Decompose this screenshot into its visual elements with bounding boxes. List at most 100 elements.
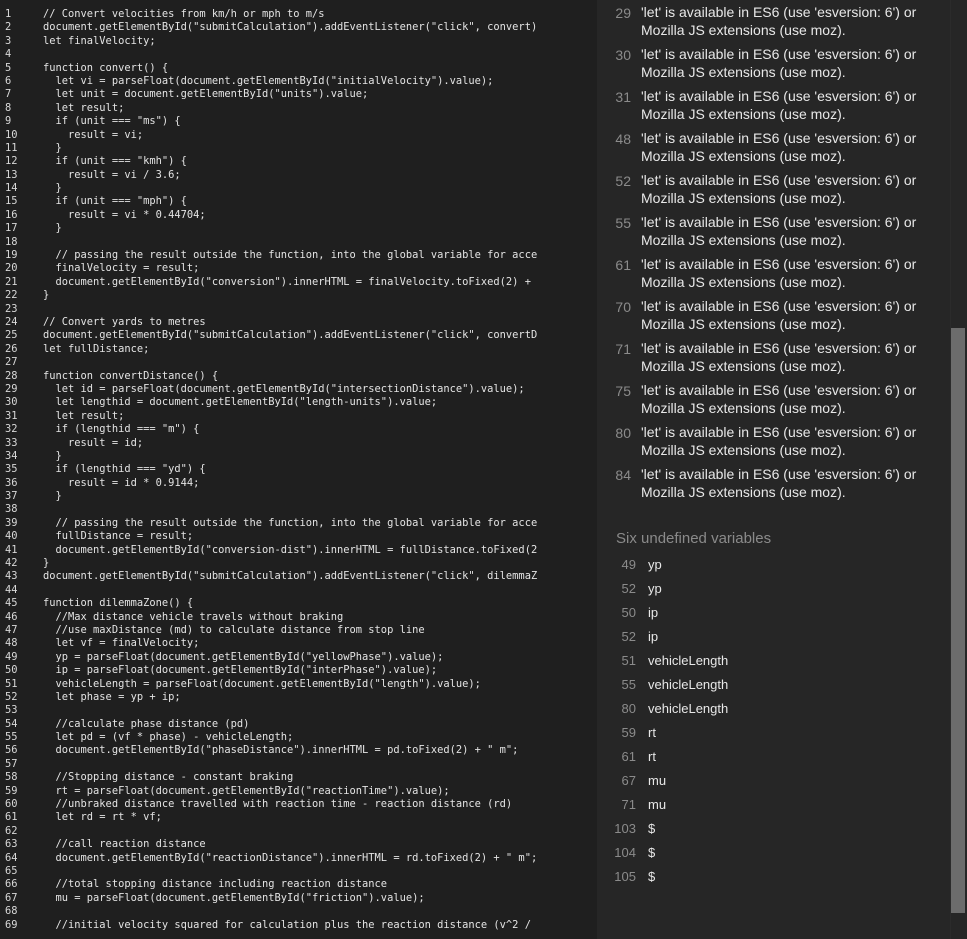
warning-item[interactable]: 52 'let' is available in ES6 (use 'esvers… [597, 168, 950, 210]
undefined-variable-item[interactable]: 104 $ [597, 841, 950, 865]
warning-item[interactable]: 71 'let' is available in ES6 (use 'esvers… [597, 336, 950, 378]
code-text: mu = parseFloat(document.getElementById(… [43, 891, 425, 904]
code-line: 46 //Max distance vehicle travels withou… [0, 611, 597, 624]
warning-message: 'let' is available in ES6 (use 'esversio… [641, 214, 917, 248]
line-number: 24 [5, 315, 18, 328]
undefined-variable-item[interactable]: 80 vehicleLength [597, 697, 950, 721]
line-number: 53 [5, 704, 18, 717]
warning-item[interactable]: 55 'let' is available in ES6 (use 'esvers… [597, 210, 950, 252]
code-text: ip = parseFloat(document.getElementById(… [43, 664, 438, 677]
code-text: let unit = document.getElementById("unit… [43, 88, 369, 101]
line-number: 56 [5, 744, 18, 757]
line-number: 35 [5, 463, 18, 476]
line-number: 6 [5, 74, 12, 87]
vertical-scrollbar[interactable] [950, 0, 967, 939]
scrollbar-thumb[interactable] [951, 328, 965, 913]
undefined-variable-item[interactable]: 103 $ [597, 817, 950, 841]
undefined-variable-item[interactable]: 50 ip [597, 601, 950, 625]
line-number: 18 [5, 235, 18, 248]
undefined-variable-item[interactable]: 61 rt [597, 745, 950, 769]
undefined-variable-item[interactable]: 67 mu [597, 769, 950, 793]
undefined-variable-item[interactable]: 71 mu [597, 793, 950, 817]
warning-item[interactable]: 48 'let' is available in ES6 (use 'esvers… [597, 126, 950, 168]
code-text: function dilemmaZone() { [43, 597, 194, 610]
line-number: 55 [5, 731, 18, 744]
code-text: document.getElementById("submitCalculati… [43, 570, 538, 583]
warning-item[interactable]: 61 'let' is available in ES6 (use 'esvers… [597, 252, 950, 294]
code-text: let result; [43, 101, 125, 114]
warning-item[interactable]: 84 'let' is available in ES6 (use 'esvers… [597, 462, 950, 504]
line-number: 32 [5, 423, 18, 436]
warning-line-number: 71 [615, 341, 631, 357]
warning-line-number: 31 [615, 89, 631, 105]
warning-item[interactable]: 30 'let' is available in ES6 (use 'esvers… [597, 42, 950, 84]
line-number: 50 [5, 664, 18, 677]
code-line: 32 if (lengthid === "m") { [0, 423, 597, 436]
code-line: 7 let unit = document.getElementById("un… [0, 88, 597, 101]
undefined-variable-name: vehicleLength [648, 653, 729, 668]
undefined-variable-line-number: 52 [621, 581, 636, 596]
code-line: 16 result = vi * 0.44704; [0, 209, 597, 222]
code-text: yp = parseFloat(document.getElementById(… [43, 650, 444, 663]
code-text: let fullDistance; [43, 342, 150, 355]
warning-item[interactable]: 70 'let' is available in ES6 (use 'esvers… [597, 294, 950, 336]
line-number: 44 [5, 583, 18, 596]
lint-results-panel[interactable]: 29 'let' is available in ES6 (use 'esvers… [597, 0, 950, 939]
undefined-variable-item[interactable]: 105 $ [597, 865, 950, 889]
code-line: 40 fullDistance = result; [0, 530, 597, 543]
warning-item[interactable]: 31 'let' is available in ES6 (use 'esvers… [597, 84, 950, 126]
warning-message: 'let' is available in ES6 (use 'esversio… [641, 424, 917, 458]
code-text: } [43, 557, 50, 570]
line-number: 37 [5, 490, 18, 503]
code-line: 22} [0, 289, 597, 302]
line-number: 40 [5, 530, 18, 543]
undefined-variable-name: vehicleLength [648, 701, 729, 716]
undefined-variable-item[interactable]: 51 vehicleLength [597, 649, 950, 673]
undefined-variable-item[interactable]: 55 vehicleLength [597, 673, 950, 697]
warning-message: 'let' is available in ES6 (use 'esversio… [641, 298, 917, 332]
code-text: result = vi * 0.44704; [43, 208, 206, 221]
line-number: 36 [5, 476, 18, 489]
warning-line-number: 84 [615, 467, 631, 483]
undefined-variable-item[interactable]: 59 rt [597, 721, 950, 745]
undefined-variable-item[interactable]: 52 ip [597, 625, 950, 649]
line-number: 20 [5, 262, 18, 275]
warning-item[interactable]: 29 'let' is available in ES6 (use 'esvers… [597, 0, 950, 42]
undefined-variable-line-number: 52 [621, 629, 636, 644]
line-number: 17 [5, 222, 18, 235]
code-line: 29 let id = parseFloat(document.getEleme… [0, 383, 597, 396]
code-text: let pd = (vf * phase) - vehicleLength; [43, 731, 294, 744]
code-editor[interactable]: 1 // Convert velocities from km/h or mph … [0, 0, 597, 939]
undefined-variable-item[interactable]: 49 yp [597, 553, 950, 577]
code-line: 1 // Convert velocities from km/h or mph … [0, 8, 597, 21]
code-text: if (unit === "kmh") { [43, 155, 187, 168]
warning-line-number: 30 [615, 47, 631, 63]
warning-item[interactable]: 80 'let' is available in ES6 (use 'esvers… [597, 420, 950, 462]
warning-message: 'let' is available in ES6 (use 'esversio… [641, 466, 917, 500]
warning-message: 'let' is available in ES6 (use 'esversio… [641, 256, 917, 290]
line-number: 12 [5, 155, 18, 168]
line-number: 69 [5, 918, 18, 931]
undefined-variable-line-number: 105 [614, 869, 636, 884]
code-line: 45 function dilemmaZone() { [0, 597, 597, 610]
undefined-variable-name: yp [648, 557, 662, 572]
warning-item[interactable]: 75 'let' is available in ES6 (use 'esvers… [597, 378, 950, 420]
code-line: 49 yp = parseFloat(document.getElementBy… [0, 651, 597, 664]
undefined-variable-name: vehicleLength [648, 677, 729, 692]
code-line: 52 let phase = yp + ip; [0, 691, 597, 704]
code-text: if (lengthid === "yd") { [43, 463, 206, 476]
warning-line-number: 61 [615, 257, 631, 273]
undefined-variable-name: yp [648, 581, 662, 596]
code-text: } [43, 289, 50, 302]
code-line: 37 } [0, 490, 597, 503]
undefined-variable-item[interactable]: 52 yp [597, 577, 950, 601]
warning-message: 'let' is available in ES6 (use 'esversio… [641, 4, 917, 38]
code-line: 14 } [0, 182, 597, 195]
code-text: } [43, 222, 62, 235]
undefined-variable-line-number: 59 [621, 725, 636, 740]
line-number: 62 [5, 824, 18, 837]
code-text: if (unit === "ms") { [43, 115, 181, 128]
code-text: //unbraked distance travelled with react… [43, 798, 513, 811]
code-line: 11 } [0, 142, 597, 155]
undefined-variable-name: $ [648, 869, 656, 884]
